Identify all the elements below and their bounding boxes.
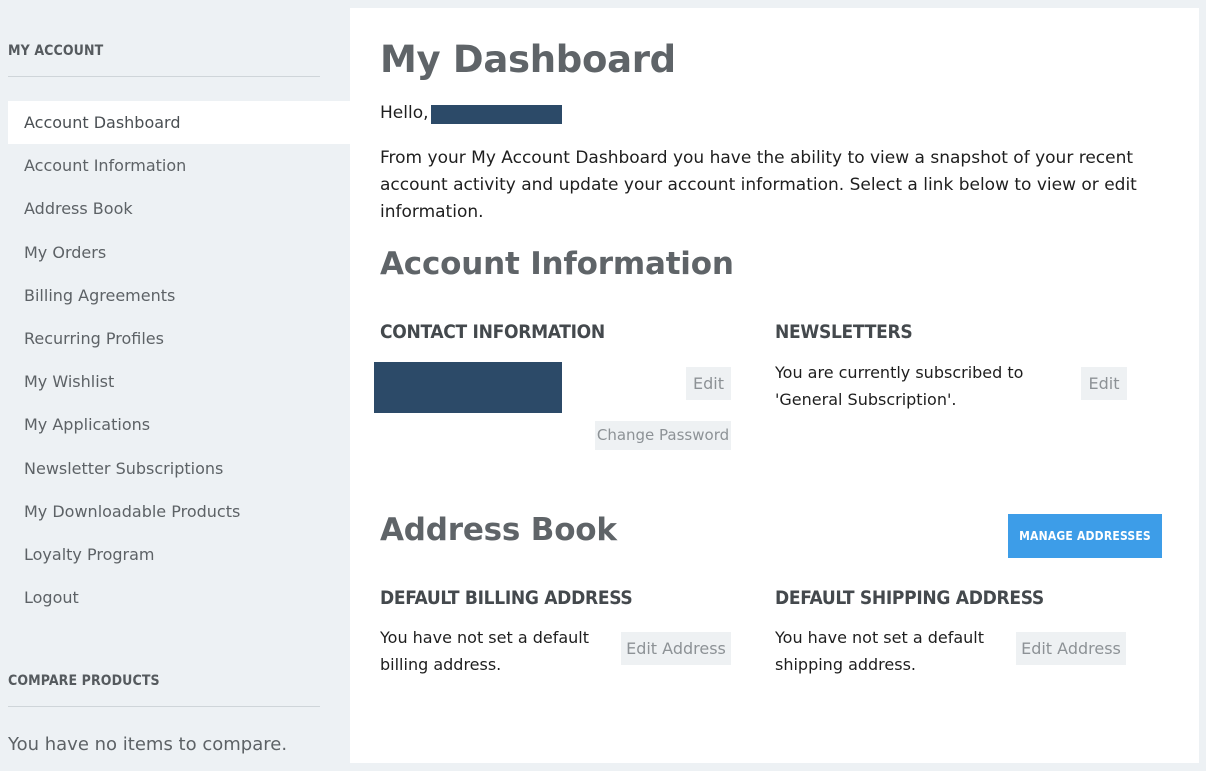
newsletters-heading: NEWSLETTERS bbox=[775, 321, 913, 343]
sidebar-item-newsletter-subscriptions[interactable]: Newsletter Subscriptions bbox=[8, 447, 350, 490]
shipping-address-text: You have not set a default shipping addr… bbox=[775, 628, 985, 674]
sidebar-item-my-applications[interactable]: My Applications bbox=[8, 403, 350, 446]
change-password-button[interactable]: Change Password bbox=[595, 421, 731, 450]
sidebar-item-account-information[interactable]: Account Information bbox=[8, 144, 350, 187]
billing-address-text: You have not set a default billing addre… bbox=[380, 628, 590, 674]
page-title: My Dashboard bbox=[380, 38, 676, 81]
account-information-heading: Account Information bbox=[380, 246, 734, 282]
edit-contact-button[interactable]: Edit bbox=[686, 367, 731, 400]
sidebar-item-account-dashboard[interactable]: Account Dashboard bbox=[8, 101, 350, 145]
page: MY ACCOUNT Account Dashboard Account Inf… bbox=[0, 0, 1206, 771]
my-account-title: MY ACCOUNT bbox=[8, 43, 104, 59]
dashboard-content: My Dashboard Hello, From your My Account… bbox=[350, 8, 1199, 763]
sidebar-item-loyalty-program[interactable]: Loyalty Program bbox=[8, 533, 350, 576]
sidebar-item-logout[interactable]: Logout bbox=[8, 576, 350, 619]
manage-addresses-button[interactable]: MANAGE ADDRESSES bbox=[1008, 514, 1162, 558]
address-book-heading: Address Book bbox=[380, 512, 617, 548]
sidebar-item-billing-agreements[interactable]: Billing Agreements bbox=[8, 274, 350, 317]
sidebar-item-my-wishlist[interactable]: My Wishlist bbox=[8, 360, 350, 403]
sidebar-item-address-book[interactable]: Address Book bbox=[8, 187, 350, 230]
compare-empty-message: You have no items to compare. bbox=[8, 734, 288, 755]
account-nav: Account Dashboard Account Information Ad… bbox=[8, 101, 350, 619]
redacted-customer-name bbox=[431, 105, 562, 124]
default-shipping-heading: DEFAULT SHIPPING ADDRESS bbox=[775, 587, 1044, 609]
edit-billing-address-button[interactable]: Edit Address bbox=[621, 632, 731, 665]
sidebar-item-recurring-profiles[interactable]: Recurring Profiles bbox=[8, 317, 350, 360]
divider bbox=[8, 76, 320, 77]
dashboard-intro: From your My Account Dashboard you have … bbox=[380, 148, 1137, 222]
redacted-contact-details bbox=[374, 362, 562, 413]
sidebar-item-my-downloadable-products[interactable]: My Downloadable Products bbox=[8, 490, 350, 533]
default-billing-heading: DEFAULT BILLING ADDRESS bbox=[380, 587, 633, 609]
edit-shipping-address-button[interactable]: Edit Address bbox=[1016, 632, 1126, 665]
sidebar-item-my-orders[interactable]: My Orders bbox=[8, 231, 350, 274]
edit-newsletter-button[interactable]: Edit bbox=[1081, 367, 1127, 400]
sidebar: MY ACCOUNT Account Dashboard Account Inf… bbox=[0, 0, 350, 771]
greeting: Hello, bbox=[380, 103, 429, 123]
contact-information-heading: CONTACT INFORMATION bbox=[380, 321, 605, 343]
newsletter-status: You are currently subscribed to 'General… bbox=[775, 363, 1024, 409]
divider bbox=[8, 706, 320, 707]
compare-products-title: COMPARE PRODUCTS bbox=[8, 673, 160, 689]
